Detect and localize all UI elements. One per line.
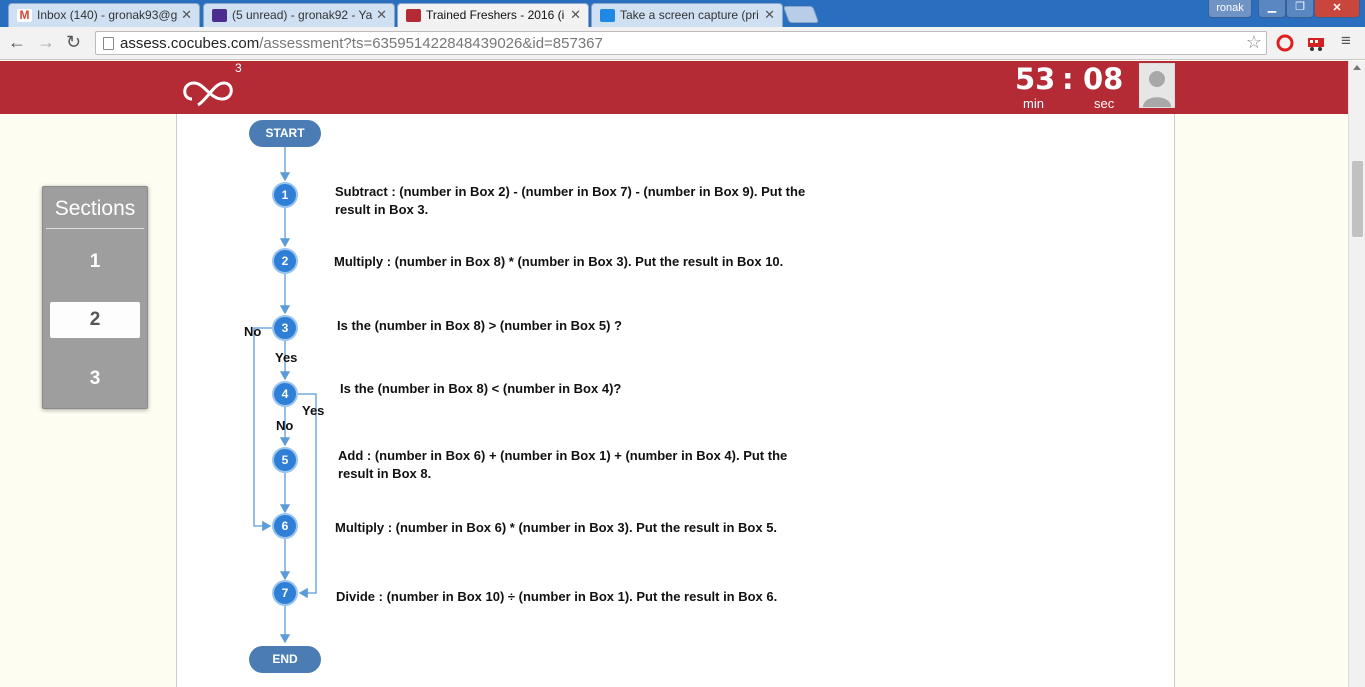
reload-icon[interactable]: ↻ [66, 32, 81, 53]
flowchart-node-2: 2 [272, 248, 298, 274]
section-item-1[interactable]: 1 [50, 244, 140, 280]
sections-title: Sections [54, 197, 136, 220]
opera-extension-icon[interactable] [1276, 34, 1294, 52]
avatar[interactable] [1139, 63, 1175, 108]
branch-yes-label: Yes [302, 403, 325, 418]
minimize-button[interactable]: ▁ [1258, 0, 1286, 18]
logo-superscript: 3 [235, 61, 242, 75]
timer-separator: : [1062, 62, 1074, 96]
close-icon[interactable]: ✕ [764, 7, 775, 23]
flowchart-end: END [249, 646, 321, 673]
profile-button[interactable]: ronak [1208, 0, 1252, 18]
tab-label: Inbox (140) - gronak93@g [37, 8, 178, 22]
timer-sec-label: sec [1094, 96, 1115, 111]
new-tab-button[interactable] [782, 6, 820, 23]
step-2-text: Multiply : (number in Box 8) * (number i… [334, 254, 784, 269]
flowchart-node-3: 3 [272, 315, 298, 341]
browser-toolbar: ← → ↻ assess.cocubes.com/assessment?ts=6… [0, 27, 1365, 60]
step-1-text: Subtract : (number in Box 2) - (number i… [335, 184, 806, 217]
page-icon [103, 37, 114, 50]
question-panel: START END 1 2 3 4 5 6 7 Subtract : (numb… [176, 114, 1175, 687]
flowchart-node-7: 7 [272, 580, 298, 606]
bookmark-star-icon[interactable]: ☆ [1246, 32, 1262, 53]
step-7-text: Divide : (number in Box 10) ÷ (number in… [336, 589, 778, 604]
close-window-button[interactable]: ✕ [1314, 0, 1360, 18]
url-path: /assessment?ts=635951422848439026&id=857… [259, 35, 603, 52]
scrollbar-thumb[interactable] [1352, 161, 1363, 237]
branch-yes-label: Yes [275, 350, 298, 365]
countdown-timer: 53 : 08 min sec [1010, 61, 1135, 114]
train-extension-icon[interactable] [1306, 34, 1324, 52]
sections-panel: Sections 1 2 3 [42, 186, 148, 409]
address-bar[interactable]: assess.cocubes.com/assessment?ts=6359514… [95, 31, 1267, 55]
cocubes-icon [406, 9, 421, 22]
flowchart-node-5: 5 [272, 447, 298, 473]
flowchart-node-6: 6 [272, 513, 298, 539]
mail-icon [212, 9, 227, 22]
menu-icon[interactable]: ≡ [1341, 31, 1351, 51]
tab-gmail[interactable]: M Inbox (140) - gronak93@g ✕ [8, 3, 200, 27]
url-host: assess.cocubes.com [120, 35, 260, 52]
step-6-text: Multiply : (number in Box 6) * (number i… [335, 520, 778, 535]
tab-label: Trained Freshers - 2016 (i [426, 8, 565, 22]
page-scrollbar[interactable] [1348, 61, 1365, 687]
close-icon[interactable]: ✕ [376, 7, 387, 23]
timer-minutes: 53 [1015, 62, 1056, 96]
flowchart-node-4: 4 [272, 381, 298, 407]
section-item-2[interactable]: 2 [50, 302, 140, 338]
divider [46, 228, 144, 229]
timer-min-label: min [1023, 96, 1044, 111]
windows-icon [600, 9, 615, 22]
section-item-3[interactable]: 3 [50, 361, 140, 397]
scroll-up-icon[interactable] [1353, 65, 1361, 70]
tab-label: (5 unread) - gronak92 - Ya [232, 8, 373, 22]
browser-tab-strip: M Inbox (140) - gronak93@g ✕ (5 unread) … [0, 0, 1365, 27]
tab-screen-capture[interactable]: Take a screen capture (pri ✕ [591, 3, 783, 27]
flowchart-start: START [249, 120, 321, 147]
branch-no-label: No [244, 324, 262, 339]
close-icon[interactable]: ✕ [181, 7, 192, 23]
step-4-text: Is the (number in Box 8) < (number in Bo… [340, 381, 622, 396]
forward-icon[interactable]: → [37, 32, 55, 53]
timer-seconds: 08 [1083, 62, 1124, 96]
tab-yahoo-mail[interactable]: (5 unread) - gronak92 - Ya ✕ [203, 3, 395, 27]
tab-assessment[interactable]: Trained Freshers - 2016 (i ✕ [397, 3, 589, 27]
maximize-button[interactable]: ❐ [1286, 0, 1314, 18]
back-icon[interactable]: ← [8, 32, 26, 53]
step-3-text: Is the (number in Box 8) > (number in Bo… [337, 318, 622, 333]
gmail-icon: M [17, 9, 32, 22]
cocubes-logo: 3 [178, 61, 248, 118]
tab-label: Take a screen capture (pri [620, 8, 759, 22]
flowchart-node-1: 1 [272, 182, 298, 208]
close-icon[interactable]: ✕ [570, 7, 581, 23]
branch-no-label: No [276, 418, 294, 433]
step-5-text: Add : (number in Box 6) + (number in Box… [338, 448, 788, 481]
